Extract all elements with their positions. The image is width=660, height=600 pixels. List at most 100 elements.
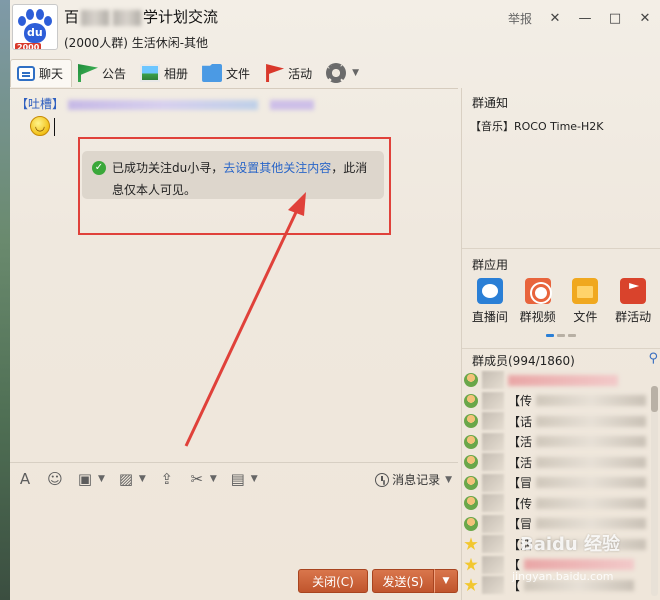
apps-pager: [546, 334, 576, 337]
chevron-down-icon: ▼: [98, 473, 105, 484]
group-notice-title: 群通知: [472, 96, 509, 110]
avatar: [482, 555, 504, 574]
list-item[interactable]: 【话: [464, 411, 650, 432]
member-prefix: 【话: [508, 414, 533, 429]
avatar: [482, 412, 504, 431]
group-video-icon: [524, 278, 551, 304]
group-apps-title: 群应用: [472, 258, 509, 272]
group-event-icon: [620, 278, 647, 304]
member-status-icon: [464, 455, 478, 470]
redacted-text: [524, 559, 635, 571]
chevron-down-icon: ▼: [250, 473, 258, 484]
arrow-shaft: [184, 207, 300, 447]
chevron-down-icon: ▼: [138, 473, 146, 484]
group-apps: 直播间 群视频 文件 群活动: [466, 278, 660, 325]
divider: [462, 348, 660, 349]
image-icon: ▨: [118, 469, 134, 488]
app-label: 群视频: [519, 310, 556, 324]
star-icon: [464, 537, 478, 550]
emoji-button[interactable]: ☺: [46, 470, 64, 488]
avatar: [482, 453, 504, 472]
avatar: [482, 535, 504, 554]
chevron-down-icon: ▼: [445, 474, 452, 485]
avatar: [482, 576, 504, 595]
pager-dot[interactable]: [568, 334, 576, 337]
avatar: [482, 371, 504, 390]
redacted-text: [536, 395, 647, 407]
member-status-icon: [464, 434, 478, 449]
member-status-icon: [464, 516, 478, 531]
member-prefix: 【活: [508, 435, 533, 450]
upload-button[interactable]: ⇪: [158, 470, 176, 488]
redacted-text: [536, 415, 647, 427]
arrow-head: [288, 192, 306, 216]
emoji-icon: ☺: [47, 469, 63, 488]
app-live-room[interactable]: 直播间: [466, 278, 514, 325]
member-status-icon: [464, 475, 478, 490]
input-toolbar: A ☺ ▣ ▼ ▨ ▼ ⇪ ✂ ▼ ▤ ▼ 消息记录 ▼: [10, 462, 458, 494]
list-item[interactable]: [464, 370, 650, 391]
app-label: 文件: [573, 310, 598, 324]
redacted-text: [536, 477, 647, 489]
message-history-button[interactable]: 消息记录 ▼: [375, 471, 452, 488]
pager-dot[interactable]: [546, 334, 554, 337]
member-list-scrollbar[interactable]: [651, 386, 658, 596]
avatar: [482, 432, 504, 451]
live-room-icon: [476, 278, 503, 304]
avatar: [482, 473, 504, 492]
file-icon: [572, 278, 599, 304]
member-status-icon: [464, 393, 478, 408]
star-icon: [464, 557, 478, 571]
gif-button[interactable]: ▣ ▼: [76, 470, 105, 488]
upload-icon: ⇪: [160, 469, 174, 488]
qq-group-chat-window: du 2000 百学计划交流 (2000人群) 生活休闲-其他 举报 ✕ — □…: [0, 0, 660, 600]
list-item[interactable]: 【传: [464, 391, 650, 412]
screenshot-button[interactable]: ✂ ▼: [188, 470, 217, 488]
redacted-text: [508, 374, 618, 386]
chevron-down-icon: ▼: [442, 576, 450, 586]
redacted-text: [536, 497, 647, 509]
scrollbar-thumb[interactable]: [651, 386, 658, 412]
list-item[interactable]: 【活: [464, 432, 650, 453]
pager-dot[interactable]: [557, 334, 565, 337]
chevron-down-icon: ▼: [209, 473, 217, 484]
divider: [462, 248, 660, 249]
gift-icon: ▣: [77, 469, 93, 488]
app-label: 群活动: [615, 310, 652, 324]
history-label: 消息记录: [392, 473, 441, 487]
member-status-icon: [464, 373, 478, 388]
member-list[interactable]: 【传 【话 【活 【活 【冒 【传 【冒 【活 【 【: [464, 370, 650, 600]
font-button[interactable]: A: [16, 470, 34, 488]
member-status-icon: [464, 414, 478, 429]
scissors-icon: ✂: [190, 469, 204, 488]
close-button[interactable]: 关闭(C): [298, 569, 368, 593]
redacted-text: [536, 436, 647, 448]
send-options-button[interactable]: ▼: [434, 569, 458, 593]
more-tools-button[interactable]: ▤ ▼: [229, 470, 258, 488]
list-item[interactable]: 【传: [464, 493, 650, 514]
font-icon: A: [19, 469, 31, 488]
group-notice-item[interactable]: 【音乐】ROCO Time-H2K: [470, 118, 604, 134]
member-prefix: 【传: [508, 496, 533, 511]
star-icon: [464, 578, 478, 591]
list-item[interactable]: 【活: [464, 452, 650, 473]
watermark-url: jingyan.baidu.com: [512, 570, 614, 583]
clock-icon: [375, 472, 390, 487]
list-item[interactable]: 【冒: [464, 473, 650, 494]
app-label: 直播间: [471, 310, 508, 324]
image-button[interactable]: ▨ ▼: [117, 470, 146, 488]
member-prefix: 【传: [508, 394, 533, 409]
member-prefix: 【活: [508, 455, 533, 470]
avatar: [482, 391, 504, 410]
app-group-event[interactable]: 群活动: [609, 278, 657, 325]
redacted-text: [536, 518, 647, 530]
send-button[interactable]: 发送(S): [372, 569, 434, 593]
member-prefix: 【冒: [508, 476, 533, 491]
group-members-title: 群成员(994/1860): [472, 354, 575, 368]
right-sidebar: 群通知 【音乐】ROCO Time-H2K 群应用 直播间 群视频 文件 群活动: [461, 88, 660, 600]
avatar: [482, 514, 504, 533]
app-group-video[interactable]: 群视频: [514, 278, 562, 325]
app-file[interactable]: 文件: [562, 278, 610, 325]
search-icon[interactable]: ⚲: [648, 351, 658, 366]
redacted-text: [536, 456, 647, 468]
